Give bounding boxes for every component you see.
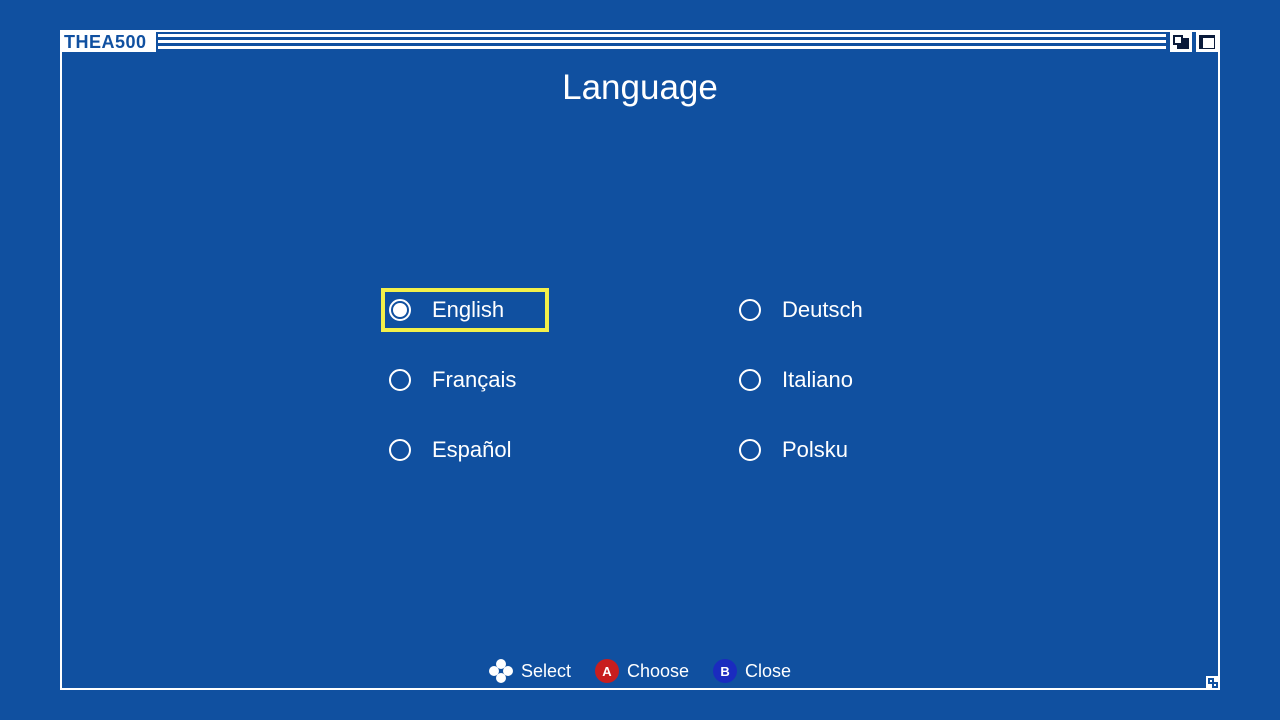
maximize-window-button[interactable] — [1196, 32, 1218, 52]
language-option-deutsch[interactable]: Deutsch — [731, 288, 899, 332]
close-hint[interactable]: B Close — [713, 659, 791, 683]
radio-unselected-icon — [739, 369, 761, 391]
language-option-francais[interactable]: Français — [381, 358, 549, 402]
choose-hint-label: Choose — [626, 660, 690, 681]
resize-handle[interactable] — [1206, 676, 1220, 690]
title-bar-stripes — [158, 34, 1166, 50]
b-button-icon: B — [713, 659, 738, 683]
page-title: Language — [562, 68, 718, 107]
title-bar: THEA500 — [62, 32, 1218, 52]
choose-hint[interactable]: A Choose — [594, 659, 690, 683]
controls-hint-bar: Select A Choose B Close — [62, 658, 1218, 684]
language-label: Italiano — [782, 367, 853, 392]
language-label: Polsku — [782, 437, 849, 462]
language-label: Deutsch — [782, 297, 863, 322]
radio-unselected-icon — [389, 439, 411, 461]
language-option-english[interactable]: English — [381, 288, 549, 332]
select-hint-label: Select — [520, 660, 571, 681]
language-label: English — [432, 297, 505, 322]
language-option-italiano[interactable]: Italiano — [731, 358, 899, 402]
restore-window-button[interactable] — [1170, 32, 1192, 52]
select-hint: Select — [488, 659, 571, 683]
radio-unselected-icon — [739, 299, 761, 321]
close-hint-label: Close — [745, 660, 792, 681]
language-label: Français — [432, 367, 517, 392]
radio-unselected-icon — [739, 439, 761, 461]
language-option-espanol[interactable]: Español — [381, 428, 549, 472]
a-button-icon: A — [594, 659, 619, 683]
language-window: THEA500 Language English Deutsch Françai… — [60, 30, 1220, 690]
dpad-icon — [488, 659, 513, 683]
language-option-polsku[interactable]: Polsku — [731, 428, 899, 472]
radio-unselected-icon — [389, 369, 411, 391]
radio-selected-icon — [389, 299, 411, 321]
language-label: Español — [432, 437, 512, 462]
brand-logo: THEA500 — [62, 32, 156, 52]
